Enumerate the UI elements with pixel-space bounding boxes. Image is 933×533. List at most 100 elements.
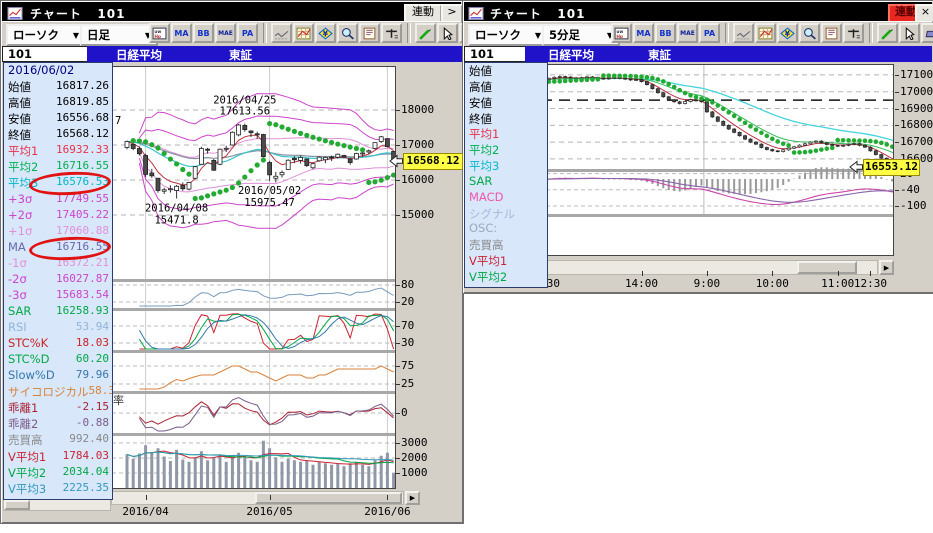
data-sheet-icon[interactable] <box>359 23 380 43</box>
y-axis-tick <box>396 285 400 286</box>
mae-indicator-icon[interactable]: MAE <box>677 23 698 43</box>
x-axis-label: 2016/04 <box>120 505 172 518</box>
price-cursor-arrow-icon <box>389 153 403 172</box>
chart-scrollbar-thumb[interactable] <box>797 261 857 274</box>
timeframe-dropdown[interactable]: 日足 ▼ <box>80 24 158 46</box>
indicator-row: 終値 <box>465 111 547 127</box>
indicator-label: SAR <box>8 304 31 320</box>
indicator-label: -1σ <box>8 256 27 272</box>
pointer-cursor-icon[interactable] <box>437 23 458 43</box>
sidebar-scrollbar-thumb[interactable] <box>4 500 30 510</box>
symbol-code-box[interactable]: 101 <box>2 46 93 62</box>
y-axis-tick <box>396 302 400 303</box>
chart-type-label: ローソク <box>13 27 59 43</box>
y-axis-label: 70 <box>401 319 414 332</box>
market-name: 東証 <box>229 47 252 63</box>
indicator-row: 平均116932.33 <box>4 143 112 159</box>
line-chart-icon[interactable] <box>733 23 754 43</box>
svg-text:2016/04/08: 2016/04/08 <box>145 203 208 215</box>
indicator-row: 始値16817.26 <box>4 79 112 95</box>
line-chart-icon[interactable] <box>271 23 292 43</box>
y-axis-tick <box>396 384 400 385</box>
indicator-value: 60.20 <box>76 352 109 368</box>
toolbar-icons: uwHp MA BBMAEPA ¥ <box>611 23 933 43</box>
indicator-label: サイコロジカル <box>8 384 89 400</box>
indicator-label: 終値 <box>8 127 31 143</box>
chart-type-dropdown[interactable]: ローソク ▼ <box>468 24 548 46</box>
draw-pencil-icon[interactable] <box>415 23 436 43</box>
y-axis-tick <box>396 110 400 111</box>
indicator-label: V平均2 <box>469 269 507 285</box>
indicator-label: 始値 <box>469 63 492 79</box>
y-axis-label: 16000 <box>401 173 434 186</box>
grid-chart-icon[interactable] <box>755 23 776 43</box>
indicator-row: V平均1 <box>465 253 547 269</box>
indicator-label: 安値 <box>8 111 31 127</box>
price-yen-icon[interactable]: ¥ <box>777 23 798 43</box>
indicator-sidebar[interactable]: 始値高値安値終値平均1平均2平均3SARMACDシグナルOSC:売買高V平均1V… <box>464 62 548 288</box>
y-axis-label: 17000 <box>900 85 933 98</box>
indicator-label: -2σ <box>8 272 27 288</box>
bb-indicator-icon[interactable]: BB <box>193 23 214 43</box>
indicator-label: V平均2 <box>8 465 46 481</box>
crosshair-icon[interactable] <box>381 23 402 43</box>
daily-chart-canvas[interactable]: 2016/04/2517613.562016/04/0815471.82016/… <box>111 66 396 489</box>
indicator-value: 16027.87 <box>56 272 109 288</box>
pa-indicator-icon-label: PA <box>242 29 253 38</box>
indicator-label: 売買高 <box>8 432 43 448</box>
title-bar[interactable]: チャート 101 連動 × <box>464 2 932 21</box>
indicator-row: 始値 <box>465 63 547 79</box>
y-axis-label: 0 <box>401 406 408 419</box>
x-axis-label: 12:30 <box>850 277 890 290</box>
quote-board-icon[interactable]: uwHp <box>149 23 170 43</box>
data-sheet-icon[interactable] <box>821 23 842 43</box>
zoom-lens-icon[interactable] <box>337 23 358 43</box>
zoom-lens-icon[interactable] <box>799 23 820 43</box>
ma-indicator-icon[interactable]: MA <box>171 23 192 43</box>
y-axis-tick <box>895 109 899 110</box>
svg-text:Hp: Hp <box>616 33 623 39</box>
bb-indicator-icon[interactable]: BB <box>655 23 676 43</box>
indicator-value: 16258.93 <box>56 304 109 320</box>
symbol-name: 日経平均 <box>116 47 162 63</box>
eraser-icon[interactable] <box>921 23 933 43</box>
indicator-value: 16556.68 <box>56 111 109 127</box>
ma-indicator-icon-label: MA <box>174 29 188 38</box>
symbol-code-box[interactable]: 101 <box>464 46 531 62</box>
pa-indicator-icon[interactable]: PA <box>699 23 720 43</box>
indicator-row: 売買高992.40 <box>4 432 112 448</box>
y-axis-tick <box>396 366 400 367</box>
toolbar-separator <box>263 23 267 43</box>
timeframe-dropdown[interactable]: 5分足 ▼ <box>542 24 620 46</box>
draw-pencil-icon[interactable] <box>877 23 898 43</box>
chart-window-daily: チャート 101 連動 > ローソク ▼ 日足 ▼ uwHp MA BBMAE PA ¥… <box>0 0 464 524</box>
scrollbar-right-arrow[interactable]: ▶ <box>405 491 420 505</box>
sidebar-scrollbar[interactable] <box>3 499 111 511</box>
chevron-down-icon: ▼ <box>73 31 79 40</box>
market-name: 東証 <box>648 47 671 63</box>
crosshair-icon[interactable] <box>843 23 864 43</box>
indicator-label: +1σ <box>8 224 32 240</box>
title-bar[interactable]: チャート 101 連動 > <box>2 2 461 21</box>
ma-indicator-icon-label: MA <box>636 29 650 38</box>
y-axis-label: 3000 <box>401 436 428 449</box>
pa-indicator-icon[interactable]: PA <box>237 23 258 43</box>
indicator-label: 平均1 <box>469 126 499 142</box>
price-yen-icon[interactable]: ¥ <box>315 23 336 43</box>
indicator-label: +3σ <box>8 192 32 208</box>
ma-indicator-icon[interactable]: MA <box>633 23 654 43</box>
mae-indicator-icon[interactable]: MAE <box>215 23 236 43</box>
indicator-sidebar[interactable]: 2016/06/02始値16817.26高値16819.85安値16556.68… <box>3 62 113 500</box>
scrollbar-right-arrow[interactable]: ▶ <box>879 260 894 275</box>
grid-chart-icon[interactable] <box>293 23 314 43</box>
toolbar-separator <box>407 23 411 43</box>
y-axis-label: 16900 <box>900 102 933 115</box>
indicator-label: V平均3 <box>8 481 46 497</box>
pointer-cursor-icon[interactable] <box>899 23 920 43</box>
chart-type-dropdown[interactable]: ローソク ▼ <box>6 24 86 46</box>
chart-scrollbar-thumb[interactable] <box>255 492 402 504</box>
chart-scrollbar[interactable] <box>111 491 404 505</box>
quote-board-icon[interactable]: uwHp <box>611 23 632 43</box>
indicator-row: 乖離1-2.15 <box>4 400 112 416</box>
indicator-value: 17405.22 <box>56 208 109 224</box>
